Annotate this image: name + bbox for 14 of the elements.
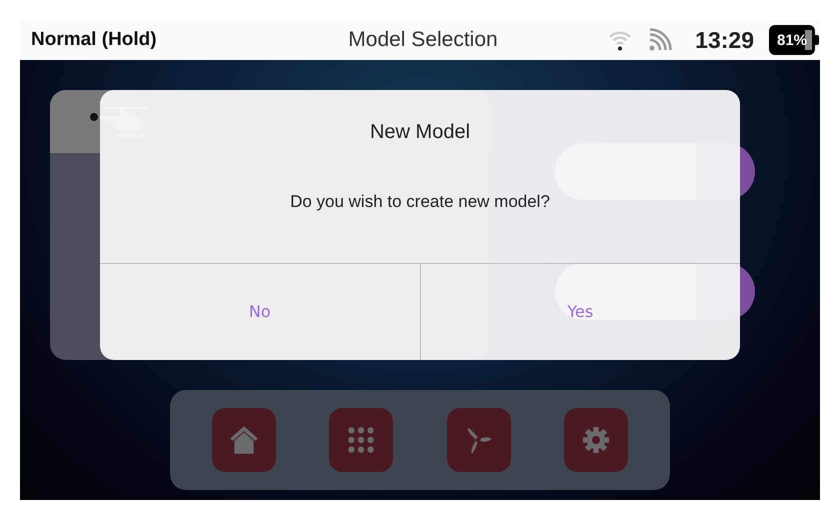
battery-percentage: 81% bbox=[776, 32, 808, 48]
dialog-message: Do you wish to create new model? bbox=[290, 192, 550, 212]
propeller-icon[interactable] bbox=[446, 408, 511, 472]
home-icon[interactable] bbox=[212, 408, 276, 472]
apps-grid-icon[interactable] bbox=[329, 408, 394, 472]
signal-icon bbox=[648, 28, 672, 52]
dialog-button[interactable]: Yes bbox=[420, 264, 740, 360]
dialog-button[interactable]: No bbox=[100, 264, 420, 360]
clock: 13:29 bbox=[695, 26, 754, 54]
flight-mode: Normal (Hold) bbox=[31, 29, 157, 51]
screen-title: Model Selection bbox=[348, 28, 498, 52]
dialog-title: New Model bbox=[370, 121, 470, 144]
settings-icon[interactable] bbox=[564, 408, 628, 472]
battery-fill bbox=[805, 30, 812, 50]
